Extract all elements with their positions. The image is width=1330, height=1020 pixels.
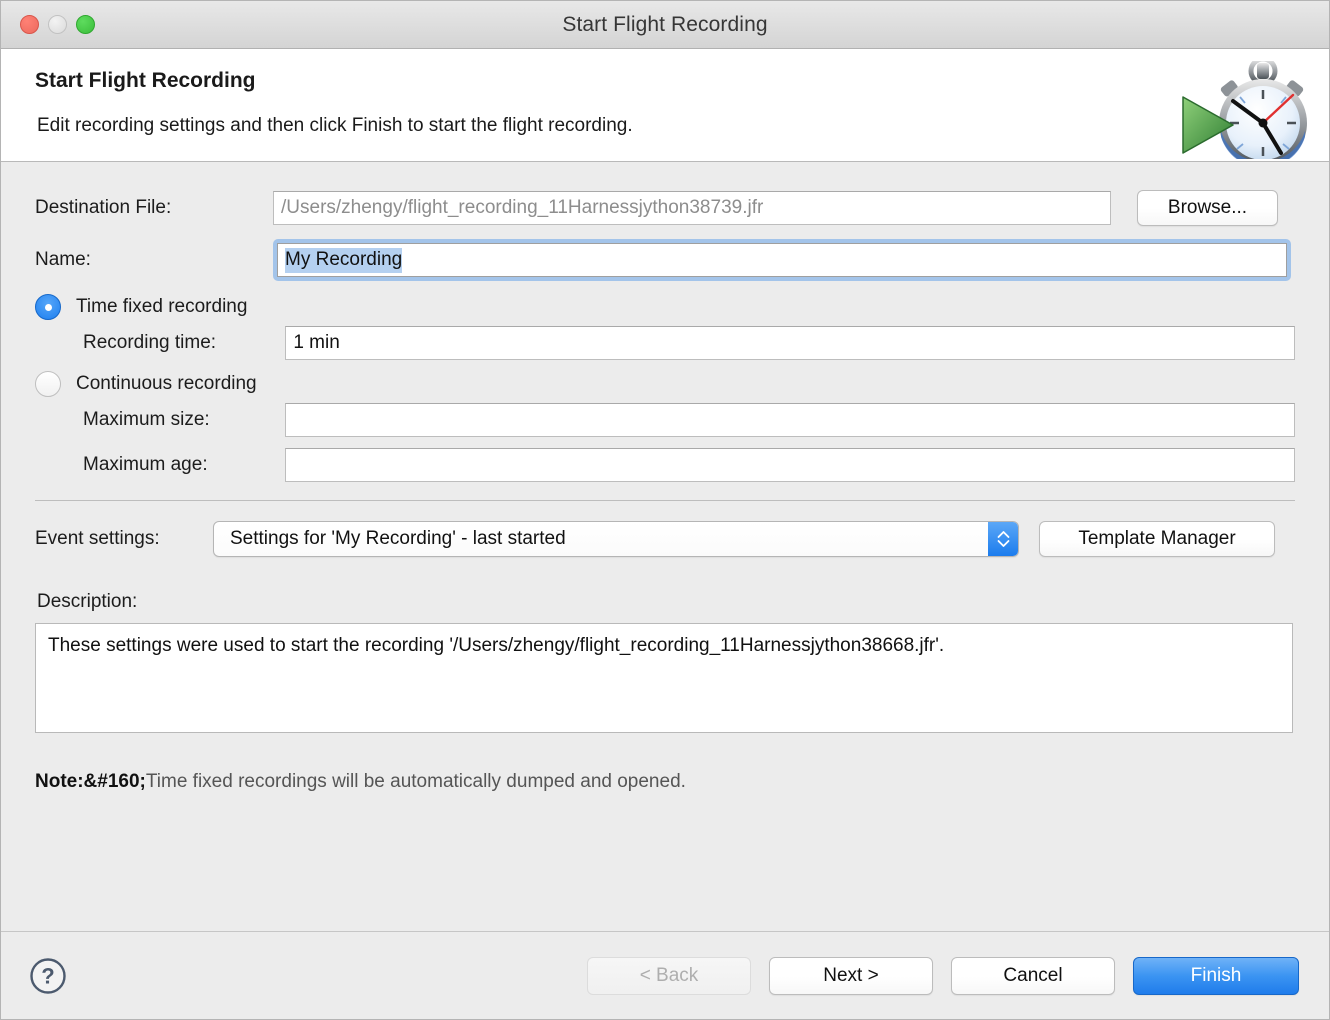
time-fixed-radio-row[interactable]: Time fixed recording [35,294,1295,320]
description-label: Description: [37,591,1295,613]
back-button[interactable]: < Back [587,957,751,995]
maximum-age-input[interactable] [285,448,1295,482]
name-input-focus-ring: My Recording [273,239,1291,281]
time-fixed-radio[interactable] [35,294,61,320]
dialog-footer: ? < Back Next > Cancel Finish [1,931,1329,1019]
title-bar: Start Flight Recording [1,1,1329,49]
maximum-age-row: Maximum age: [35,448,1295,482]
page-title: Start Flight Recording [35,69,1295,93]
recording-time-label: Recording time: [83,332,285,354]
description-text: These settings were used to start the re… [35,623,1293,733]
stopwatch-play-icon [1181,61,1317,159]
window-title: Start Flight Recording [1,13,1329,37]
recording-time-input[interactable]: 1 min [285,326,1295,360]
name-input[interactable]: My Recording [277,243,1287,277]
maximum-size-label: Maximum size: [83,409,285,431]
note-prefix: Note:&#160; [35,771,146,792]
destination-label: Destination File: [35,197,273,219]
dropdown-stepper-icon[interactable] [988,522,1018,556]
page-subtitle: Edit recording settings and then click F… [37,115,1295,137]
section-divider [35,500,1295,501]
recording-time-row: Recording time: 1 min [35,326,1295,360]
finish-button[interactable]: Finish [1133,957,1299,995]
time-fixed-label: Time fixed recording [76,296,247,318]
note-body: Time fixed recordings will be automatica… [146,771,686,792]
dialog-body: Destination File: /Users/zhengy/flight_r… [1,162,1329,931]
continuous-radio-row[interactable]: Continuous recording [35,371,1295,397]
event-settings-selected-value: Settings for 'My Recording' - last start… [214,528,988,550]
event-settings-row: Event settings: Settings for 'My Recordi… [35,521,1295,557]
help-circle-icon[interactable]: ? [29,957,67,995]
dialog-window: Start Flight Recording Start Flight Reco… [0,0,1330,1020]
name-input-value: My Recording [285,248,402,273]
event-settings-label: Event settings: [35,528,213,550]
destination-row: Destination File: /Users/zhengy/flight_r… [35,190,1295,226]
maximum-size-row: Maximum size: [35,403,1295,437]
event-settings-dropdown[interactable]: Settings for 'My Recording' - last start… [213,521,1019,557]
maximum-age-label: Maximum age: [83,454,285,476]
chevron-up-icon [997,530,1010,539]
continuous-label: Continuous recording [76,373,257,395]
continuous-radio[interactable] [35,371,61,397]
template-manager-button[interactable]: Template Manager [1039,521,1275,557]
note-text: Note:&#160;Time fixed recordings will be… [35,771,1295,793]
cancel-button[interactable]: Cancel [951,957,1115,995]
browse-button[interactable]: Browse... [1137,190,1278,226]
name-label: Name: [35,249,273,271]
maximum-size-input[interactable] [285,403,1295,437]
svg-text:?: ? [41,963,54,988]
destination-input[interactable]: /Users/zhengy/flight_recording_11Harness… [273,191,1111,225]
name-row: Name: My Recording [35,239,1295,281]
chevron-down-icon [997,539,1010,548]
wizard-banner: Start Flight Recording Edit recording se… [1,49,1329,162]
next-button[interactable]: Next > [769,957,933,995]
